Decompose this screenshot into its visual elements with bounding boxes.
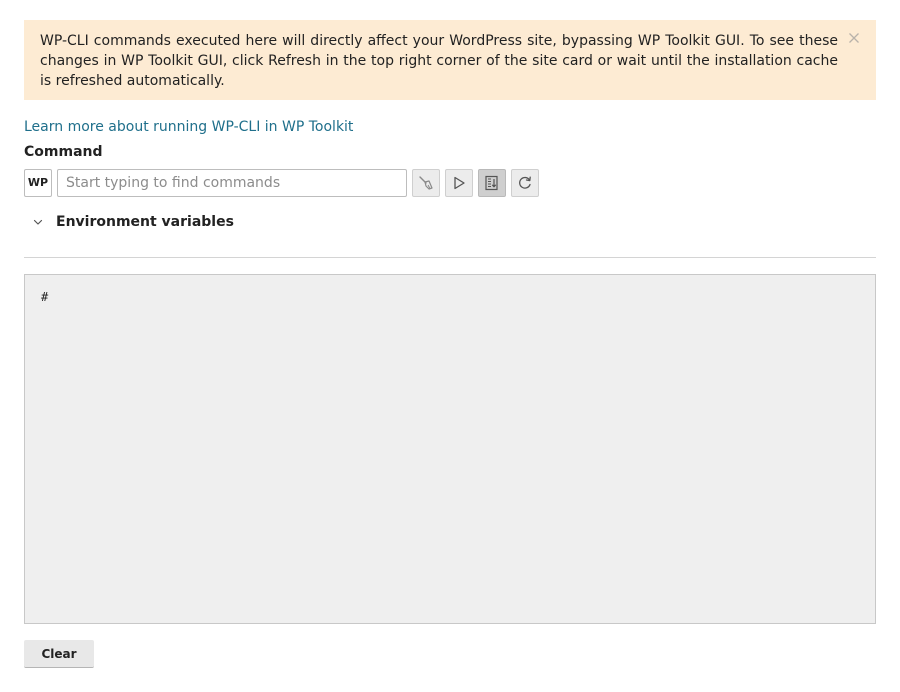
warning-alert: WP-CLI commands executed here will direc… xyxy=(24,20,876,100)
refresh-button[interactable] xyxy=(511,169,539,197)
clean-button[interactable] xyxy=(412,169,440,197)
refresh-icon xyxy=(516,174,534,192)
command-input[interactable] xyxy=(57,169,407,197)
alert-message: WP-CLI commands executed here will direc… xyxy=(40,33,838,89)
environment-variables-toggle[interactable]: Environment variables xyxy=(30,211,234,233)
wp-prefix-badge: WP xyxy=(24,169,52,197)
learn-more-link[interactable]: Learn more about running WP-CLI in WP To… xyxy=(24,117,353,137)
autoscroll-button[interactable] xyxy=(478,169,506,197)
command-label: Command xyxy=(24,144,103,160)
clear-button[interactable]: Clear xyxy=(24,640,94,668)
console-output[interactable]: # xyxy=(24,274,876,624)
close-icon[interactable] xyxy=(846,30,862,46)
play-icon xyxy=(450,174,468,192)
section-divider xyxy=(24,257,876,258)
console-prompt: # xyxy=(41,290,49,304)
autoscroll-icon xyxy=(483,174,501,192)
chevron-down-icon xyxy=(30,214,46,230)
run-button[interactable] xyxy=(445,169,473,197)
broom-icon xyxy=(417,174,435,192)
environment-variables-label: Environment variables xyxy=(56,214,234,230)
